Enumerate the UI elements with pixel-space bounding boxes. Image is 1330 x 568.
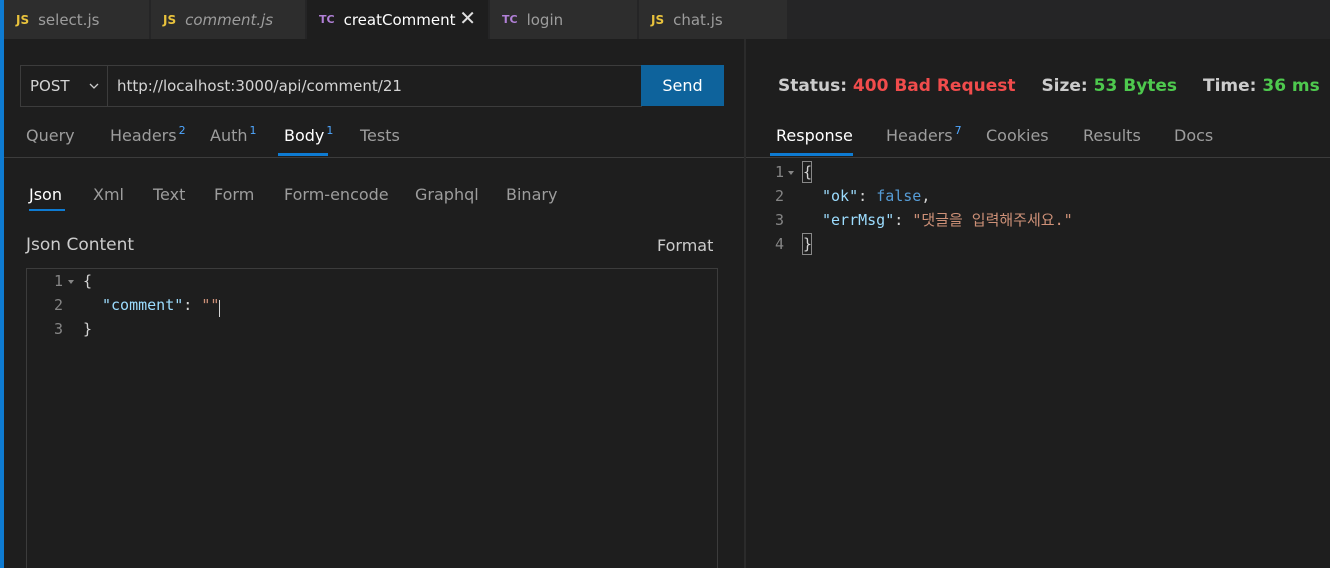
tab-headers-label: Headers: [110, 126, 177, 145]
tab-body-label: Body: [284, 126, 325, 145]
code-line: }: [83, 318, 92, 340]
code-separator: :: [858, 187, 877, 205]
line-number: 2: [774, 187, 784, 205]
tab-query-label: Query: [26, 126, 75, 145]
code-key: "errMsg": [822, 211, 895, 229]
body-count-badge: 1: [326, 124, 334, 137]
tab-headers[interactable]: Headers 2: [110, 124, 186, 156]
format-button[interactable]: Format: [657, 236, 713, 255]
url-input[interactable]: http://localhost:3000/api/comment/21: [107, 65, 642, 107]
body-type-graphql[interactable]: Graphql: [415, 185, 479, 204]
request-body-editor[interactable]: 1 { 2 "comment": "" 3 }: [26, 268, 718, 568]
response-status-bar: Status: 400 Bad Request Size: 53 Bytes T…: [778, 76, 1320, 96]
line-number: 4: [774, 235, 784, 253]
active-tab-indicator: [278, 153, 328, 156]
line-number: 3: [53, 320, 63, 338]
code-line: }: [803, 233, 812, 255]
headers-count-badge: 2: [178, 124, 186, 137]
line-number: 2: [53, 296, 63, 314]
javascript-file-icon: JS: [651, 12, 665, 27]
tab-response-headers[interactable]: Headers 7: [886, 124, 962, 156]
json-content-title: Json Content: [26, 235, 135, 255]
body-type-form[interactable]: Form: [214, 185, 254, 204]
editor-tab-bar: JS select.js JS comment.js TC creatComme…: [0, 0, 1330, 39]
tab-query[interactable]: Query: [26, 126, 75, 156]
thunder-client-request-icon: TC: [319, 13, 335, 26]
response-body-viewer[interactable]: 1 { 2 "ok": false, 3 "errMsg": "댓글을 입력해주…: [746, 158, 1330, 568]
code-token: {: [83, 272, 93, 290]
tab-tests[interactable]: Tests: [360, 126, 400, 156]
tab-tests-label: Tests: [360, 126, 400, 145]
code-token: {: [803, 163, 813, 181]
auth-count-badge: 1: [249, 124, 257, 137]
url-value: http://localhost:3000/api/comment/21: [117, 77, 402, 95]
fold-arrow-icon[interactable]: [66, 277, 76, 287]
tab-label: creatComment: [343, 10, 456, 29]
code-separator: :: [183, 296, 202, 314]
code-line: "comment": "": [102, 294, 219, 316]
size-label: Size:: [1041, 76, 1088, 96]
code-separator: :: [894, 211, 913, 229]
code-key: "ok": [822, 187, 859, 205]
tab-body[interactable]: Body 1: [284, 124, 334, 156]
chevron-down-icon: [89, 83, 99, 89]
size-value: 53 Bytes: [1093, 76, 1178, 96]
tab-label: comment.js: [185, 10, 274, 29]
tab-chat-js[interactable]: JS chat.js: [639, 0, 788, 39]
tab-results[interactable]: Results: [1083, 126, 1141, 156]
body-type-text[interactable]: Text: [153, 185, 185, 204]
request-tabs-divider: [4, 157, 744, 158]
active-response-tab-indicator: [770, 153, 853, 156]
tab-creatcomment[interactable]: TC creatComment ✕: [307, 0, 489, 39]
code-token: }: [803, 235, 813, 253]
text-cursor: [219, 300, 220, 317]
tab-auth-label: Auth: [210, 126, 248, 145]
javascript-file-icon: JS: [163, 12, 177, 27]
body-type-form-encode[interactable]: Form-encode: [284, 185, 389, 204]
send-button[interactable]: Send: [641, 65, 724, 106]
code-line: "ok": false,: [822, 185, 930, 207]
active-body-type-indicator: [29, 209, 65, 211]
tab-login[interactable]: TC login: [490, 0, 638, 39]
code-line: "errMsg": "댓글을 입력해주세요.": [822, 209, 1073, 231]
activity-edge: [0, 0, 4, 568]
tab-cookies[interactable]: Cookies: [986, 126, 1049, 156]
code-boolean-value: false: [876, 187, 922, 205]
code-token: }: [83, 320, 93, 338]
response-headers-count-badge: 7: [954, 124, 962, 137]
tab-auth[interactable]: Auth 1: [210, 124, 257, 156]
code-string-value: "": [201, 296, 220, 314]
time-value: 36 ms: [1262, 76, 1320, 96]
tab-label: chat.js: [673, 10, 723, 29]
status-label: Status:: [778, 76, 847, 96]
code-separator: ,: [921, 187, 931, 205]
code-line: {: [83, 270, 92, 292]
code-string-value: "댓글을 입력해주세요.": [912, 211, 1073, 229]
close-icon[interactable]: ✕: [459, 8, 476, 28]
http-method-value: POST: [30, 77, 70, 95]
http-method-select[interactable]: POST: [20, 65, 108, 107]
tab-comment-js[interactable]: JS comment.js: [151, 0, 306, 39]
tab-docs[interactable]: Docs: [1174, 126, 1213, 156]
line-number: 1: [53, 272, 63, 290]
code-key: "comment": [102, 296, 184, 314]
tab-response-headers-label: Headers: [886, 126, 953, 145]
code-line: {: [803, 161, 812, 183]
body-type-xml[interactable]: Xml: [93, 185, 124, 204]
line-number: 3: [774, 211, 784, 229]
tab-label: login: [526, 10, 564, 29]
body-type-json[interactable]: Json: [29, 185, 62, 204]
fold-arrow-icon[interactable]: [786, 168, 796, 178]
tab-select-js[interactable]: JS select.js: [4, 0, 150, 39]
body-type-binary[interactable]: Binary: [506, 185, 557, 204]
time-label: Time:: [1202, 76, 1257, 96]
javascript-file-icon: JS: [16, 12, 30, 27]
thunder-client-request-icon: TC: [502, 13, 518, 26]
status-value: 400 Bad Request: [852, 76, 1016, 96]
tab-response[interactable]: Response: [776, 126, 853, 156]
tab-label: select.js: [38, 10, 100, 29]
line-number: 1: [774, 163, 784, 181]
